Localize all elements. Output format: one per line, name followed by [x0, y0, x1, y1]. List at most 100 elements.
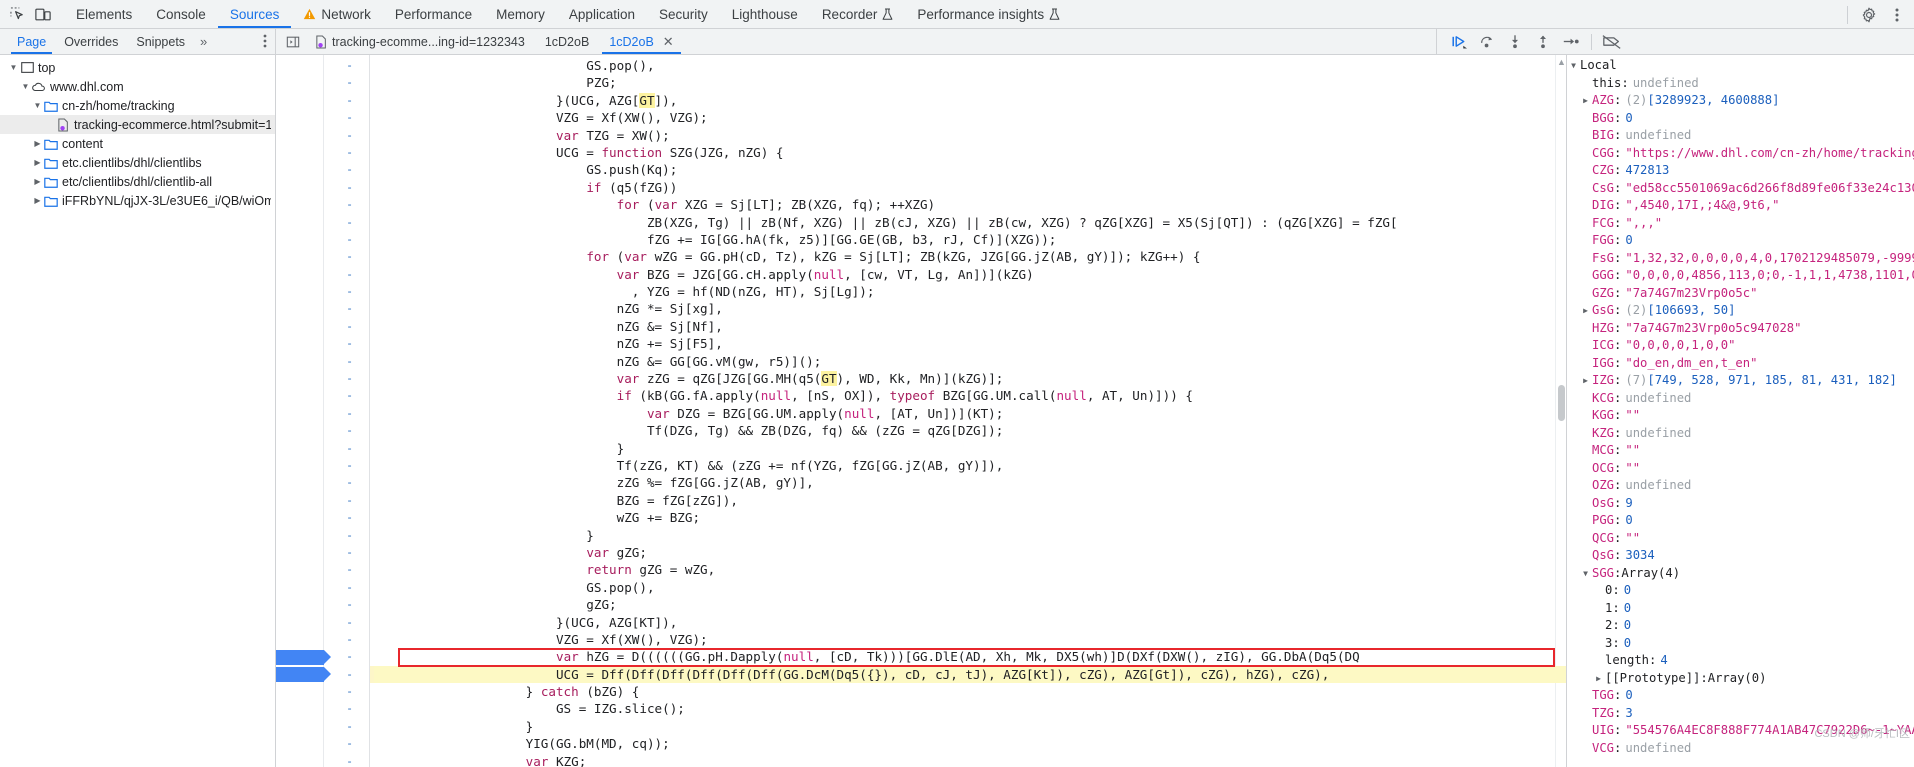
scope-entry[interactable]: ▶ GsG: (2) [106693, 50] [1567, 302, 1914, 320]
nav-tab-snippets[interactable]: Snippets [127, 29, 194, 54]
line-number[interactable]: - [324, 457, 369, 474]
line-number[interactable]: - [324, 474, 369, 491]
code-line[interactable]: VZG = Xf(XW(), VZG); [374, 631, 1566, 648]
scope-entry[interactable]: QsG:3034 [1567, 547, 1914, 565]
gear-icon[interactable] [1856, 3, 1882, 27]
line-number[interactable]: - [324, 214, 369, 231]
line-number[interactable]: - [324, 283, 369, 300]
line-number[interactable]: - [324, 57, 369, 74]
scope-entry[interactable]: TGG:0 [1567, 687, 1914, 705]
tab-network[interactable]: Network [291, 0, 383, 28]
code-line[interactable]: nZG *= Sj[xg], [374, 300, 1566, 317]
line-number[interactable]: - [324, 753, 369, 767]
line-number[interactable]: - [324, 700, 369, 717]
scope-entry[interactable]: TZG:3 [1567, 705, 1914, 723]
tab-elements[interactable]: Elements [64, 0, 144, 28]
code-line[interactable]: }(UCG, AZG[KT]), [374, 614, 1566, 631]
chevron-right-icon[interactable]: ▶ [32, 196, 43, 205]
scope-entry[interactable]: FGG:0 [1567, 232, 1914, 250]
file-tab-1cD2oB-2[interactable]: 1cD2oB ✕ [600, 29, 682, 54]
chevron-down-icon[interactable]: ▼ [32, 101, 43, 110]
scope-panel[interactable]: ▼ Local this: undefined ▶ AZG: (2) [3289923, 4… [1566, 55, 1914, 767]
scope-entry[interactable]: ▶ IZG: (7) [749, 528, 971, 185, 81, 431, 1… [1567, 372, 1914, 390]
scope-entry[interactable]: ICG: "0,0,0,0,1,0,0" [1567, 337, 1914, 355]
scope-section-local[interactable]: ▼ Local [1567, 57, 1914, 75]
tab-performance-insights[interactable]: Performance insights [905, 0, 1072, 28]
tree-item-www-dhl-com[interactable]: ▼ www.dhl.com [0, 77, 275, 96]
scope-entry[interactable]: 2:0 [1567, 617, 1914, 635]
code-line[interactable]: var hZG = D((((((GG.pH.Dapply(null, [cD,… [374, 648, 1566, 665]
line-number[interactable]: - [324, 74, 369, 91]
scope-entry[interactable]: FCG: ",,," [1567, 215, 1914, 233]
code-line[interactable]: return gZG = wZG, [374, 561, 1566, 578]
code-line[interactable]: nZG &= GG[GG.vM(gw, r5)](); [374, 353, 1566, 370]
scope-entry[interactable]: OsG:9 [1567, 495, 1914, 513]
code-line[interactable]: var BZG = JZG[GG.cH.apply(null, [cw, VT,… [374, 266, 1566, 283]
scope-entry[interactable]: CsG: "ed58cc5501069ac6d266f8d89fe06f33e24… [1567, 180, 1914, 198]
code-line[interactable]: BZG = fZG[zZG]), [374, 492, 1566, 509]
line-number[interactable]: - [324, 161, 369, 178]
tab-lighthouse[interactable]: Lighthouse [720, 0, 810, 28]
scope-entry[interactable]: BGG:0 [1567, 110, 1914, 128]
tree-item-tracking-ecommerce-html[interactable]: tracking-ecommerce.html?submit=1&trac [0, 115, 275, 134]
code-line[interactable]: gZG; [374, 596, 1566, 613]
code-line[interactable]: for (var XZG = Sj[LT]; ZB(XZG, fq); ++XZ… [374, 196, 1566, 213]
tab-console[interactable]: Console [144, 0, 218, 28]
code-line[interactable]: var gZG; [374, 544, 1566, 561]
scope-entry[interactable]: ▶ [[Prototype]]: Array(0) [1567, 670, 1914, 688]
line-number[interactable]: - [324, 683, 369, 700]
code-line[interactable]: var DZG = BZG[GG.UM.apply(null, [AT, Un]… [374, 405, 1566, 422]
chevron-right-icon[interactable]: ▶ [32, 177, 43, 186]
chevron-down-icon[interactable]: ▼ [8, 63, 19, 72]
line-number[interactable]: - [324, 370, 369, 387]
scope-entry[interactable]: VCG: undefined [1567, 740, 1914, 758]
line-number[interactable]: - [324, 127, 369, 144]
line-number[interactable]: - [324, 492, 369, 509]
chevron-right-icon[interactable]: ▶ [32, 158, 43, 167]
tree-item-etc-clientlibs-dhl-clientlib-all[interactable]: ▶ etc/clientlibs/dhl/clientlib-all [0, 172, 275, 191]
code-line[interactable]: } catch (bZG) { [374, 683, 1566, 700]
scope-entry[interactable]: DIG: ",4540,17I,;4&@,9t6," [1567, 197, 1914, 215]
code-line[interactable]: GS = IZG.slice(); [374, 700, 1566, 717]
tree-item-etc-clientlibs-dhl-clientlibs[interactable]: ▶ etc.clientlibs/dhl/clientlibs [0, 153, 275, 172]
show-navigator-icon[interactable] [282, 32, 304, 52]
breakpoint-marker[interactable] [276, 667, 331, 682]
scope-entry[interactable]: MCG: "" [1567, 442, 1914, 460]
chevron-right-icon[interactable]: ▶ [1579, 302, 1592, 320]
code-line[interactable]: GS.pop(), [374, 579, 1566, 596]
scope-entry[interactable]: length:4 [1567, 652, 1914, 670]
chevron-right-icon[interactable]: ▶ [1579, 372, 1592, 390]
line-number[interactable]: - [324, 353, 369, 370]
code-line[interactable]: ZB(XZG, Tg) || zB(Nf, XZG) || zB(cJ, XZG… [374, 214, 1566, 231]
chevron-down-icon[interactable]: ▼ [20, 82, 31, 91]
line-number[interactable]: - [324, 92, 369, 109]
line-number[interactable]: - [324, 422, 369, 439]
more-tabs-chevron-icon[interactable]: » [194, 34, 213, 49]
tree-item-iffrbynl[interactable]: ▶ iFFRbYNL/qjJX-3L/e3UE6_i/QB/wiOmhNcDp [0, 191, 275, 210]
scope-entry[interactable]: GGG: "0,0,0,0,4856,113,0;0,-1,1,1,4738,11… [1567, 267, 1914, 285]
more-options-icon[interactable] [1884, 3, 1910, 27]
scope-entry[interactable]: GZG: "7a74G7m23Vrp0o5c" [1567, 285, 1914, 303]
code-line[interactable]: PZG; [374, 74, 1566, 91]
line-number[interactable]: - [324, 231, 369, 248]
line-number[interactable]: - [324, 561, 369, 578]
code-line[interactable]: fZG += IG[GG.hA(fk, z5)][GG.GE(GB, b3, r… [374, 231, 1566, 248]
code-line[interactable]: GS.push(Kq); [374, 161, 1566, 178]
code-line[interactable]: } [374, 718, 1566, 735]
tab-application[interactable]: Application [557, 0, 647, 28]
line-number[interactable]: - [324, 318, 369, 335]
code-line[interactable]: GS.pop(), [374, 57, 1566, 74]
code-line[interactable]: var zZG = qZG[JZG[GG.MH(q5(GT), WD, Kk, … [374, 370, 1566, 387]
line-number[interactable]: - [324, 300, 369, 317]
scope-entry[interactable]: ▼ SGG: Array(4) [1567, 565, 1914, 583]
code-line[interactable]: UCG = function SZG(JZG, nZG) { [374, 144, 1566, 161]
file-tab-1cD2oB-1[interactable]: 1cD2oB [536, 29, 598, 54]
tab-performance[interactable]: Performance [383, 0, 484, 28]
line-number[interactable]: - [324, 335, 369, 352]
tab-recorder[interactable]: Recorder [810, 0, 906, 28]
source-code[interactable]: GS.pop(), PZG; }(UCG, AZG[GT]), VZG = Xf… [370, 55, 1566, 767]
code-line[interactable]: zZG %= fZG[GG.jZ(AB, gY)], [374, 474, 1566, 491]
scope-entry[interactable]: KZG: undefined [1567, 425, 1914, 443]
tab-sources[interactable]: Sources [217, 0, 292, 28]
code-line[interactable]: nZG += Sj[F5], [374, 335, 1566, 352]
